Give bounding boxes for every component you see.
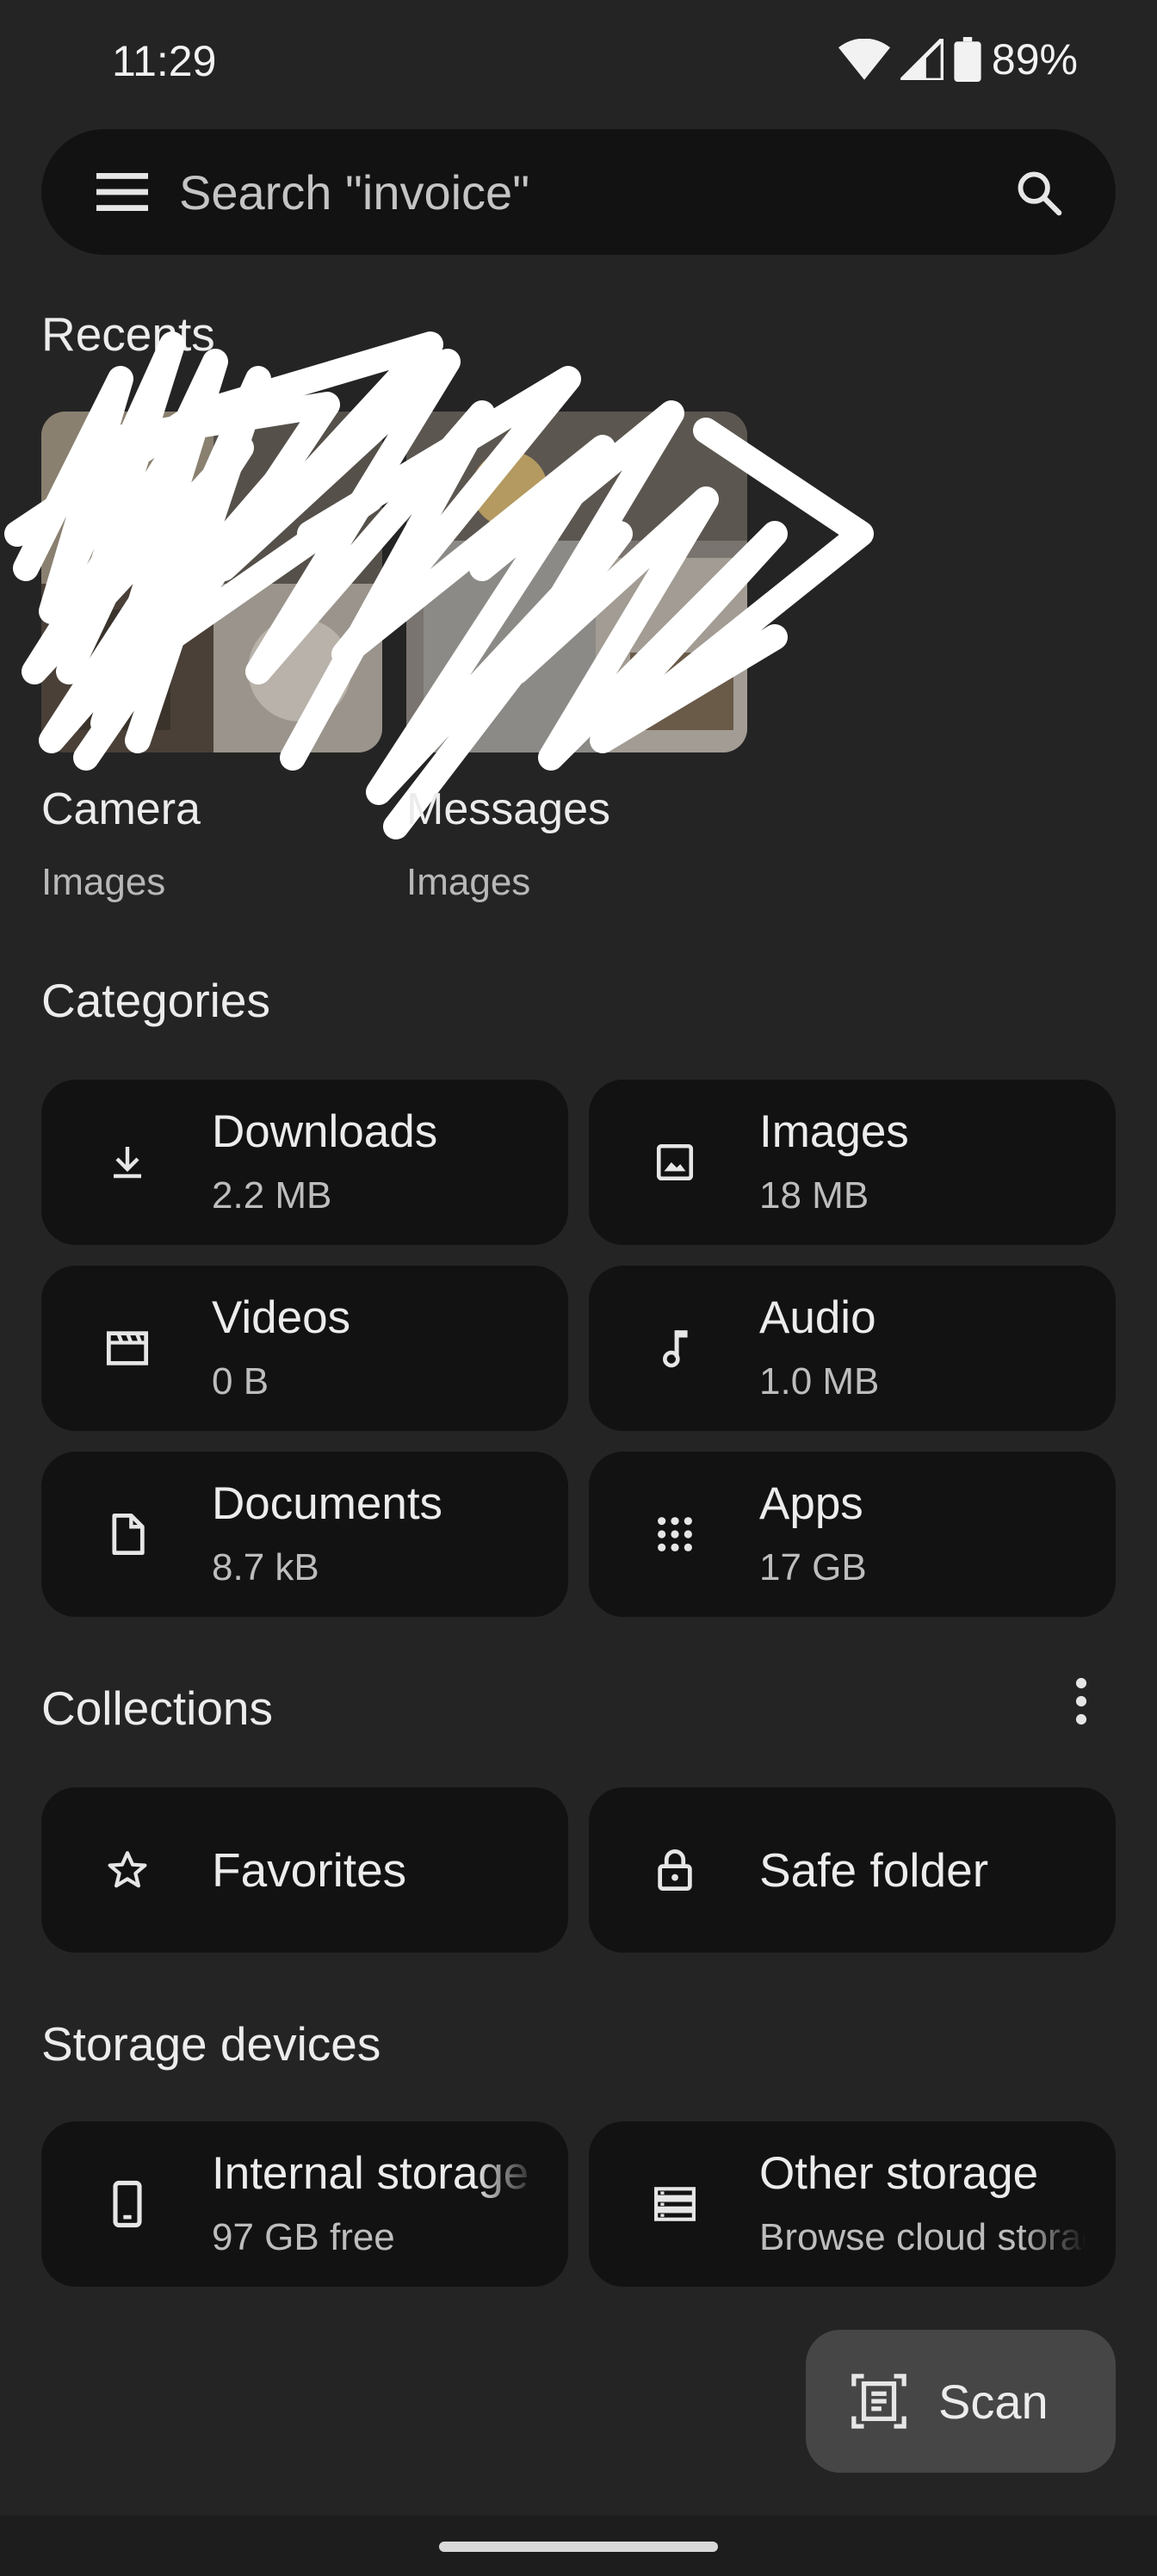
download-icon: [103, 1138, 152, 1186]
category-videos[interactable]: Videos 0 B: [41, 1266, 568, 1431]
category-audio[interactable]: Audio 1.0 MB: [589, 1266, 1116, 1431]
search-input[interactable]: [179, 158, 1002, 226]
scan-button[interactable]: Scan: [806, 2330, 1116, 2473]
collections-more-button[interactable]: [1054, 1674, 1109, 1729]
battery-percent: 89%: [991, 35, 1078, 84]
category-label: Videos: [212, 1292, 351, 1343]
collections-title: Collections: [41, 1681, 274, 1735]
storage-icon: [651, 2180, 699, 2228]
document-icon: [103, 1510, 152, 1558]
recent-card-messages[interactable]: [406, 412, 747, 752]
categories-title: Categories: [41, 974, 270, 1027]
storage-sub: 97 GB free: [212, 2216, 395, 2258]
search-icon: [1018, 171, 1062, 216]
category-label: Audio: [759, 1292, 876, 1343]
category-size: 2.2 MB: [212, 1174, 332, 1217]
storage-internal[interactable]: Internal storage 97 GB free: [41, 2121, 568, 2287]
signal-icon: [900, 39, 944, 80]
apps-grid-icon: [651, 1510, 699, 1558]
wifi-icon: [838, 39, 890, 80]
category-label: Downloads: [212, 1106, 438, 1157]
category-downloads[interactable]: Downloads 2.2 MB: [41, 1080, 568, 1245]
collection-label: Favorites: [212, 1843, 407, 1897]
recent-thumbnail-camera: [41, 412, 382, 752]
scan-label: Scan: [938, 2374, 1049, 2429]
recents-title: Recents: [41, 307, 215, 361]
status-bar: 11:29 89%: [0, 0, 1157, 129]
status-icons: 89%: [838, 34, 1078, 84]
document-scanner-icon: [851, 2374, 906, 2429]
recent-subtitle-camera: Images: [41, 861, 166, 903]
category-size: 8.7 kB: [212, 1546, 319, 1588]
category-size: 1.0 MB: [759, 1360, 880, 1403]
search-button[interactable]: [1002, 156, 1074, 228]
search-bar[interactable]: [41, 129, 1116, 255]
recent-title-camera: Camera: [41, 784, 201, 834]
category-documents[interactable]: Documents 8.7 kB: [41, 1452, 568, 1617]
category-size: 0 B: [212, 1360, 269, 1403]
battery-icon: [954, 37, 981, 82]
recent-thumbnail-messages: [406, 412, 747, 752]
collection-safe-folder[interactable]: Safe folder: [589, 1787, 1116, 1953]
files-home-screen: 11:29 89% Search "invoice" Recents Camer…: [0, 0, 1157, 2576]
hamburger-menu-icon: [96, 173, 148, 211]
storage-sub: Browse cloud storage: [759, 2216, 1086, 2258]
storage-label: Other storage: [759, 2148, 1039, 2199]
menu-button[interactable]: [86, 156, 158, 228]
music-note-icon: [651, 1324, 699, 1372]
category-label: Apps: [759, 1478, 863, 1529]
category-images[interactable]: Images 18 MB: [589, 1080, 1116, 1245]
category-label: Documents: [212, 1478, 443, 1529]
phone-icon: [103, 2180, 152, 2228]
more-vert-icon: [1075, 1677, 1087, 1725]
category-size: 18 MB: [759, 1174, 869, 1217]
recent-card-camera[interactable]: [41, 412, 382, 752]
recent-title-messages: Messages: [406, 784, 610, 834]
image-icon: [651, 1138, 699, 1186]
star-icon: [103, 1846, 152, 1894]
status-time: 11:29: [112, 37, 217, 85]
recent-subtitle-messages: Images: [406, 861, 531, 903]
collection-label: Safe folder: [759, 1843, 989, 1897]
category-label: Images: [759, 1106, 909, 1157]
collection-favorites[interactable]: Favorites: [41, 1787, 568, 1953]
storage-other[interactable]: Other storage Browse cloud storage: [589, 2121, 1116, 2287]
storage-label: Internal storage: [212, 2148, 529, 2199]
category-size: 17 GB: [759, 1546, 867, 1588]
category-apps[interactable]: Apps 17 GB: [589, 1452, 1116, 1617]
storage-devices-title: Storage devices: [41, 2017, 381, 2071]
video-icon: [103, 1324, 152, 1372]
lock-icon: [651, 1846, 699, 1894]
gesture-handle[interactable]: [439, 2542, 718, 2552]
